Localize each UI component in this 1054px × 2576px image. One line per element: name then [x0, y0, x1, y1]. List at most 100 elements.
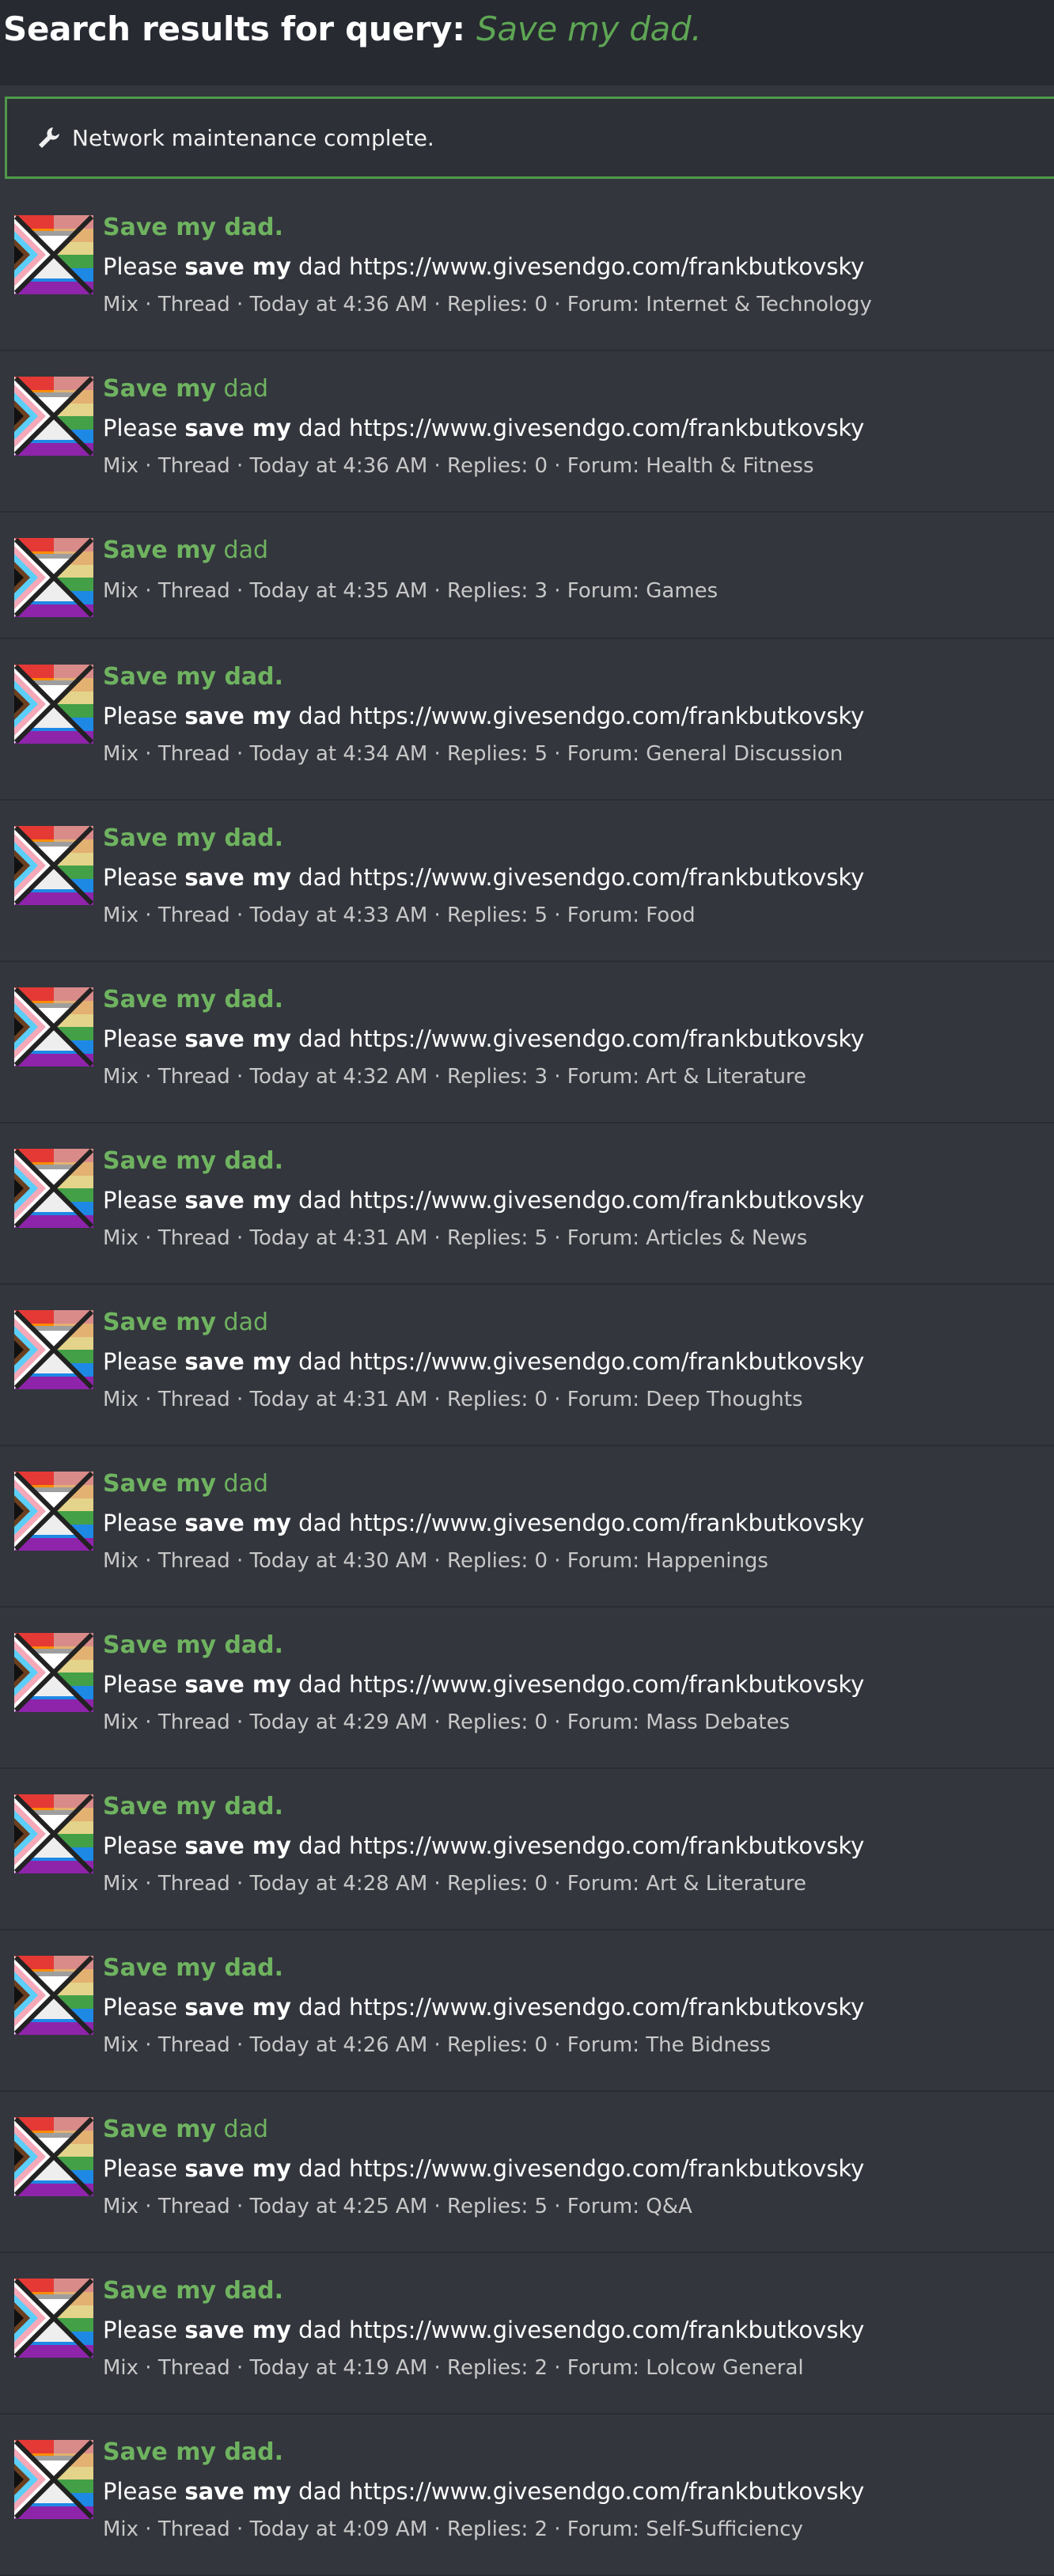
result-snippet-pre: Please	[103, 1510, 185, 1536]
result-snippet-highlight: save my	[184, 1187, 291, 1214]
result-snippet-post: dad https://www.givesendgo.com/frankbutk…	[290, 1025, 865, 1052]
result-meta: Mix · Thread · Today at 4:26 AM · Replie…	[103, 2033, 772, 2057]
result-snippet: Please save my dad https://www.givesendg…	[103, 253, 864, 280]
result-title-bold: Save my	[103, 375, 217, 403]
result-meta: Mix · Thread · Today at 4:34 AM · Replie…	[103, 742, 844, 766]
result-snippet-post: dad https://www.givesendgo.com/frankbutk…	[290, 1510, 865, 1536]
maintenance-notice: Network maintenance complete.	[5, 97, 1054, 179]
result-meta: Mix · Thread · Today at 4:19 AM · Replie…	[103, 2356, 804, 2380]
result-title[interactable]: Save my dad	[103, 1470, 268, 1498]
result-meta: Mix · Thread · Today at 4:31 AM · Replie…	[103, 1388, 803, 1411]
result-snippet-post: dad https://www.givesendgo.com/frankbutk…	[290, 253, 865, 280]
avatar[interactable]	[14, 2117, 93, 2196]
result-meta: Mix · Thread · Today at 4:28 AM · Replie…	[103, 1872, 807, 1896]
result-snippet-highlight: save my	[184, 253, 291, 280]
result-title[interactable]: Save my dad.	[103, 1793, 283, 1820]
result-title-rest: dad	[216, 536, 269, 564]
page-title: Search results for query: Save my dad.	[3, 9, 702, 48]
search-result[interactable]: Save my dad. Please save my dad https://…	[0, 639, 1054, 801]
result-title-bold: Save my dad.	[103, 2438, 284, 2466]
search-result[interactable]: Save my dad. Please save my dad https://…	[0, 2253, 1054, 2415]
result-title[interactable]: Save my dad.	[103, 1631, 283, 1659]
result-meta: Mix · Thread · Today at 4:31 AM · Replie…	[103, 1226, 808, 1250]
result-snippet-pre: Please	[103, 2155, 185, 2182]
result-snippet-highlight: save my	[184, 2155, 291, 2182]
result-title[interactable]: Save my dad	[103, 536, 268, 564]
search-result[interactable]: Save my dad. Please save my dad https://…	[0, 1769, 1054, 1930]
result-meta: Mix · Thread · Today at 4:35 AM · Replie…	[103, 579, 718, 603]
result-title-rest: dad	[216, 1470, 269, 1498]
result-snippet-pre: Please	[103, 1025, 185, 1052]
result-title[interactable]: Save my dad.	[103, 986, 283, 1013]
search-result[interactable]: Save my dad. Please save my dad https://…	[0, 190, 1054, 351]
result-snippet: Please save my dad https://www.givesendg…	[103, 2317, 864, 2343]
avatar[interactable]	[14, 1149, 93, 1228]
avatar[interactable]	[14, 2279, 93, 2358]
result-title[interactable]: Save my dad.	[103, 663, 283, 691]
result-title[interactable]: Save my dad.	[103, 2277, 283, 2305]
result-snippet-highlight: save my	[184, 1348, 291, 1375]
avatar[interactable]	[14, 1794, 93, 1873]
result-snippet-pre: Please	[103, 864, 185, 891]
search-result[interactable]: Save my dad. Please save my dad https://…	[0, 1930, 1054, 2092]
search-result[interactable]: Save my dad Please save my dad https://w…	[0, 1285, 1054, 1446]
notice-text: Network maintenance complete.	[72, 124, 434, 151]
avatar[interactable]	[14, 377, 93, 456]
search-result[interactable]: Save my dad. Please save my dad https://…	[0, 1123, 1054, 1285]
avatar[interactable]	[14, 826, 93, 905]
result-title[interactable]: Save my dad.	[103, 824, 283, 852]
avatar[interactable]	[14, 2440, 93, 2519]
result-snippet: Please save my dad https://www.givesendg…	[103, 1025, 864, 1052]
wrench-icon	[36, 124, 63, 151]
avatar[interactable]	[14, 538, 93, 617]
result-snippet-highlight: save my	[184, 1671, 291, 1698]
result-meta: Mix · Thread · Today at 4:25 AM · Replie…	[103, 2195, 692, 2218]
page-header: Search results for query: Save my dad.	[0, 0, 1054, 85]
result-snippet-pre: Please	[103, 415, 185, 441]
result-snippet-pre: Please	[103, 2317, 185, 2343]
search-result[interactable]: Save my dad Please save my dad https://w…	[0, 1446, 1054, 1608]
avatar[interactable]	[14, 665, 93, 744]
result-title[interactable]: Save my dad.	[103, 2438, 283, 2466]
result-snippet-pre: Please	[103, 1994, 185, 2021]
result-snippet-highlight: save my	[184, 1994, 291, 2021]
search-query: Save my dad.	[476, 9, 702, 48]
result-title[interactable]: Save my dad.	[103, 1147, 283, 1175]
avatar[interactable]	[14, 1310, 93, 1389]
result-title[interactable]: Save my dad.	[103, 1954, 283, 1982]
result-title-bold: Save my dad.	[103, 2277, 284, 2305]
result-meta: Mix · Thread · Today at 4:36 AM · Replie…	[103, 454, 814, 478]
result-snippet-pre: Please	[103, 2478, 185, 2505]
avatar[interactable]	[14, 215, 93, 294]
result-snippet-post: dad https://www.givesendgo.com/frankbutk…	[290, 1348, 865, 1375]
avatar[interactable]	[14, 1956, 93, 2035]
result-snippet-post: dad https://www.givesendgo.com/frankbutk…	[290, 864, 865, 891]
result-meta: Mix · Thread · Today at 4:32 AM · Replie…	[103, 1065, 807, 1089]
search-result[interactable]: Save my dad. Please save my dad https://…	[0, 962, 1054, 1123]
result-title-bold: Save my	[103, 1470, 217, 1498]
result-snippet-highlight: save my	[184, 2317, 291, 2343]
result-title-rest: dad	[216, 1309, 269, 1336]
result-title[interactable]: Save my dad.	[103, 214, 283, 241]
result-title-bold: Save my	[103, 2116, 217, 2143]
search-result[interactable]: Save my dad Please save my dad https://w…	[0, 351, 1054, 513]
result-title-bold: Save my dad.	[103, 663, 284, 691]
result-snippet-post: dad https://www.givesendgo.com/frankbutk…	[290, 1994, 865, 2021]
result-snippet-pre: Please	[103, 253, 185, 280]
avatar[interactable]	[14, 987, 93, 1066]
search-result[interactable]: Save my dad. Please save my dad https://…	[0, 1608, 1054, 1769]
result-snippet: Please save my dad https://www.givesendg…	[103, 864, 864, 891]
result-title[interactable]: Save my dad	[103, 375, 268, 403]
avatar[interactable]	[14, 1472, 93, 1551]
result-snippet: Please save my dad https://www.givesendg…	[103, 1510, 864, 1536]
result-snippet: Please save my dad https://www.givesendg…	[103, 1348, 864, 1375]
result-meta: Mix · Thread · Today at 4:36 AM · Replie…	[103, 293, 872, 316]
search-result[interactable]: Save my dad. Please save my dad https://…	[0, 2415, 1054, 2576]
result-snippet-post: dad https://www.givesendgo.com/frankbutk…	[290, 2317, 865, 2343]
search-result[interactable]: Save my dad. Please save my dad https://…	[0, 801, 1054, 962]
result-title[interactable]: Save my dad	[103, 1309, 268, 1336]
search-result[interactable]: Save my dad Mix · Thread · Today at 4:35…	[0, 513, 1054, 639]
result-title[interactable]: Save my dad	[103, 2116, 268, 2143]
avatar[interactable]	[14, 1633, 93, 1712]
search-result[interactable]: Save my dad Please save my dad https://w…	[0, 2092, 1054, 2253]
